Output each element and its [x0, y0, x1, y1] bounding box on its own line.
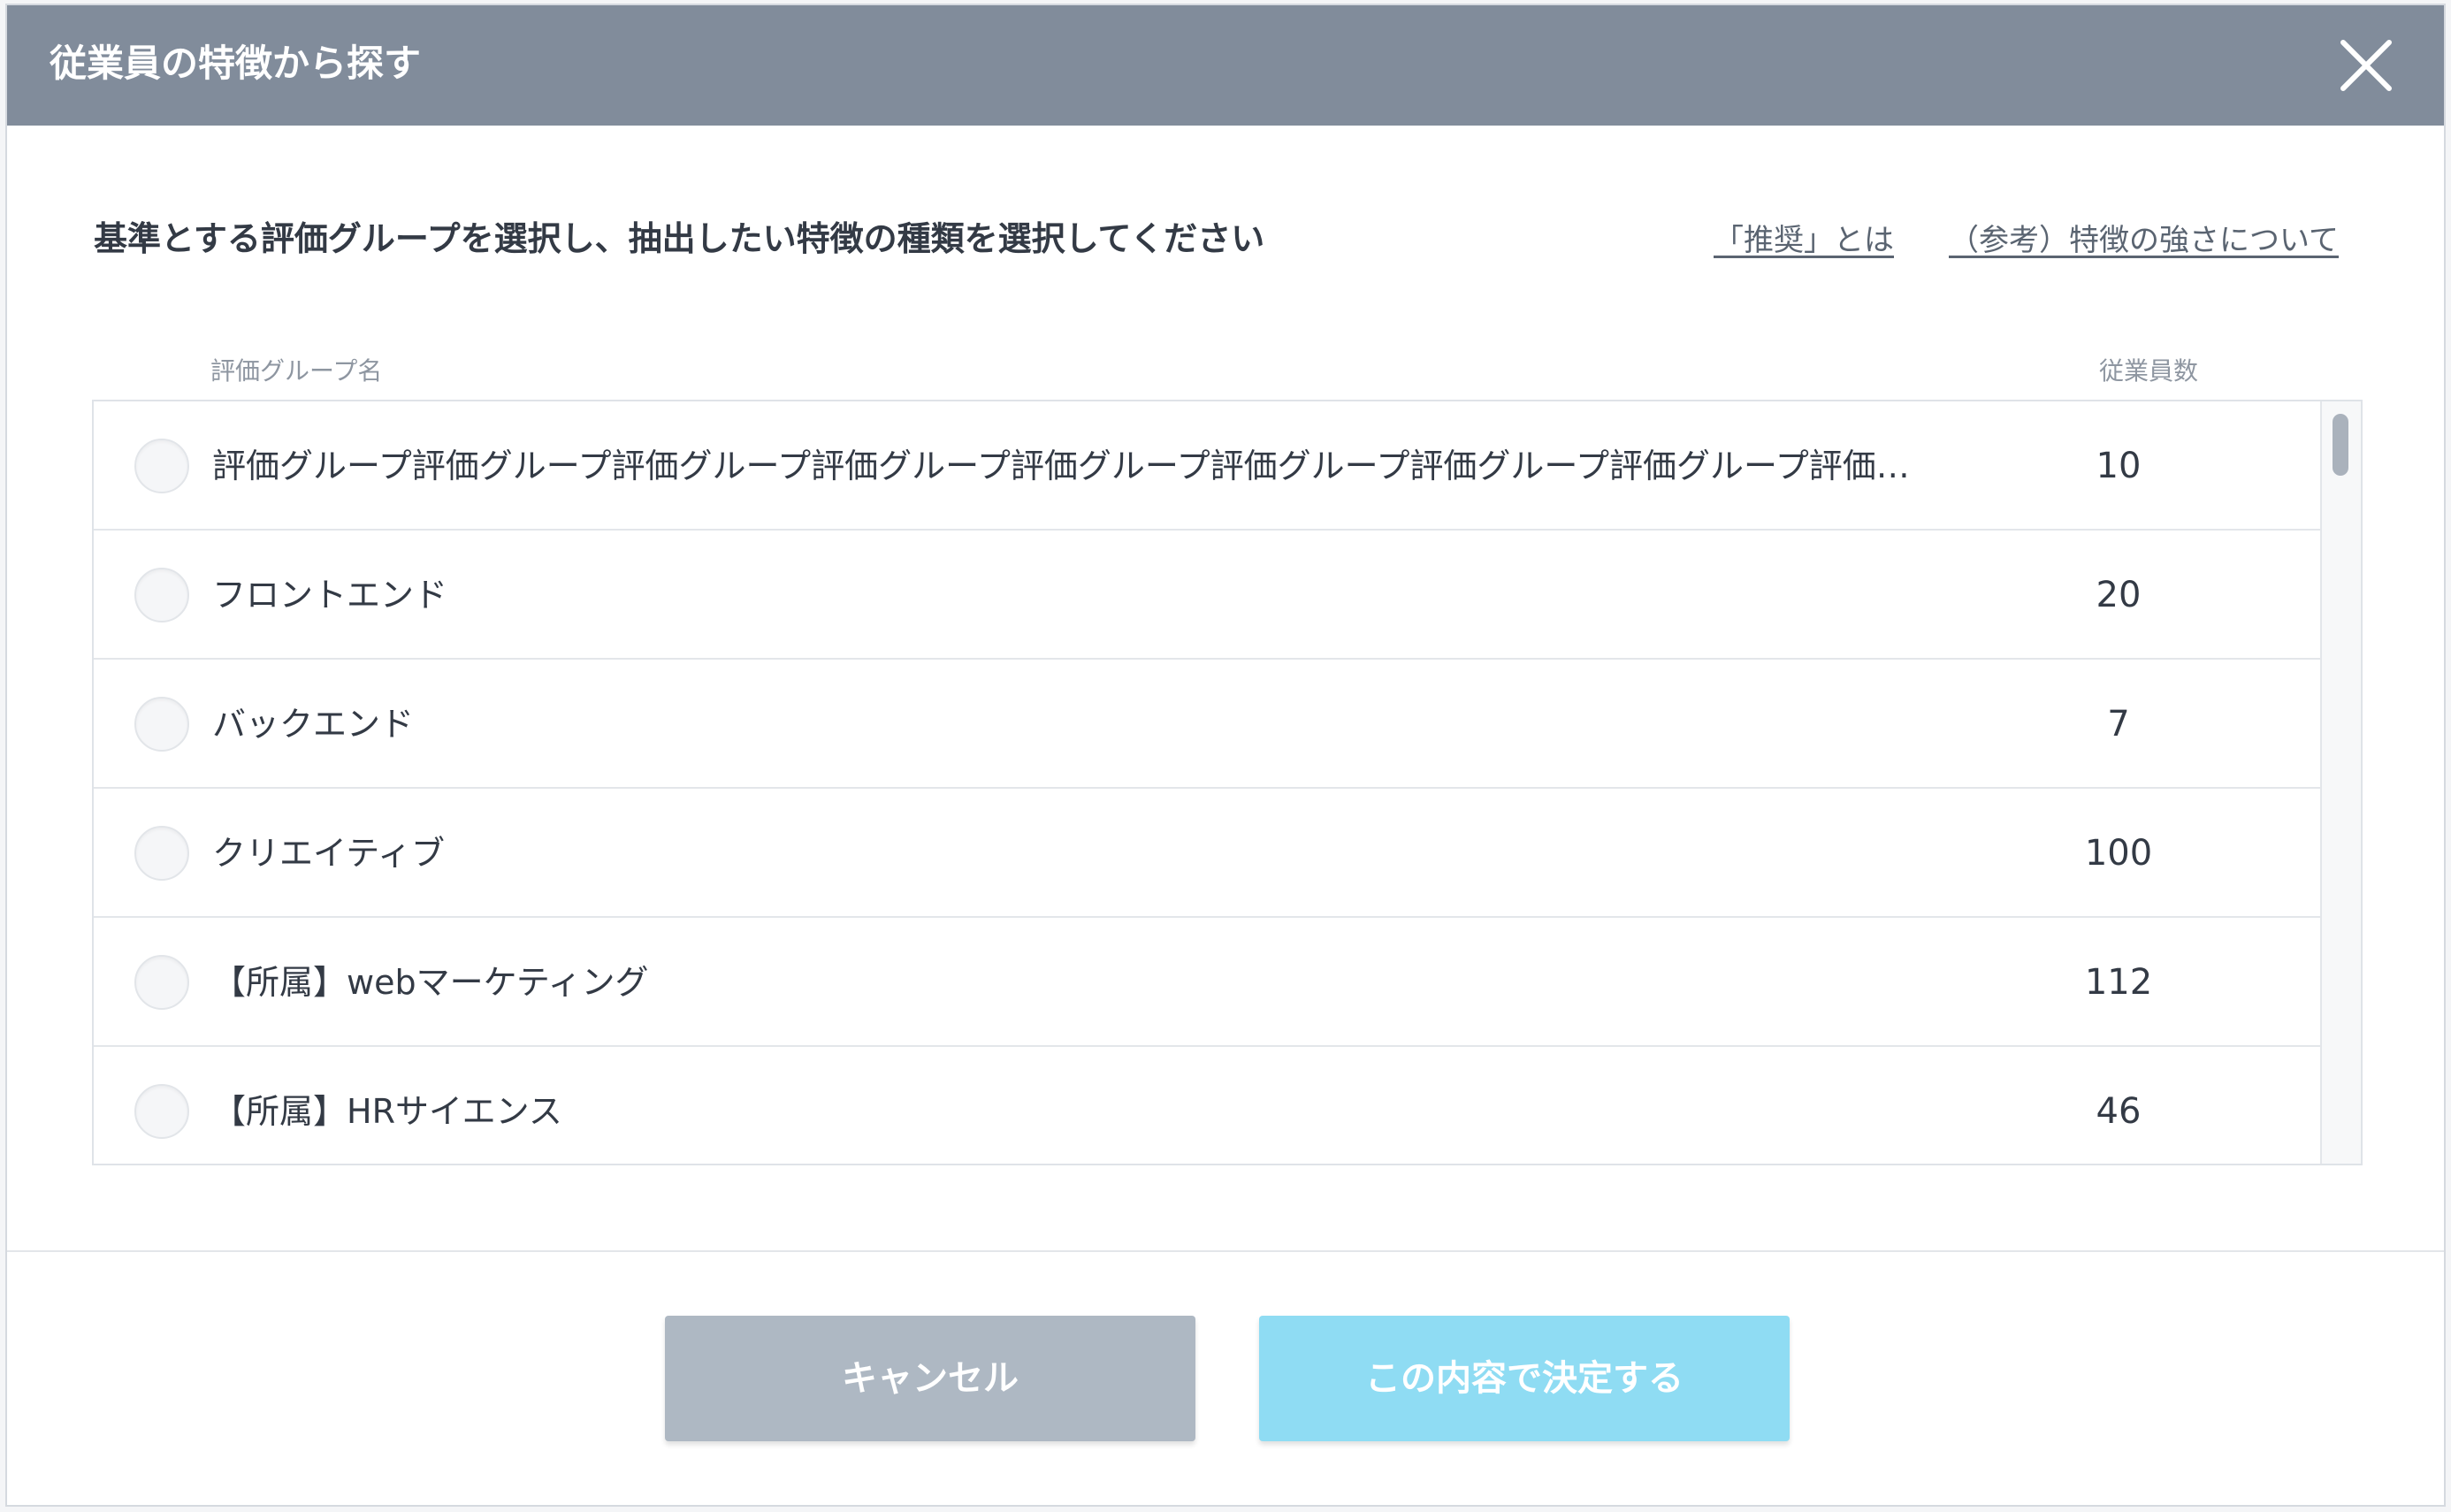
column-header-employee-count: 従業員数: [2099, 356, 2199, 386]
recommended-help-link[interactable]: 「推奨」とは: [1714, 218, 1894, 263]
employee-count: 7: [2107, 704, 2130, 745]
group-row[interactable]: 【所属】webマーケティング 112: [94, 918, 2320, 1047]
group-radio[interactable]: [134, 1084, 189, 1139]
confirm-button[interactable]: この内容で決定する: [1259, 1316, 1790, 1441]
employee-count: 10: [2096, 446, 2142, 486]
group-row[interactable]: バックエンド 7: [94, 660, 2320, 789]
group-radio[interactable]: [134, 697, 189, 752]
employee-count: 112: [2084, 962, 2153, 1003]
employee-count: 100: [2084, 833, 2153, 874]
dialog-header: 従業員の特徴から探す: [7, 5, 2444, 126]
employee-count: 46: [2096, 1091, 2142, 1132]
dialog-title: 従業員の特徴から探す: [50, 42, 422, 85]
group-row[interactable]: 評価グループ評価グループ評価グループ評価グループ評価グループ評価グループ評価グル…: [94, 401, 2320, 531]
group-radio[interactable]: [134, 439, 189, 493]
group-row[interactable]: フロントエンド 20: [94, 531, 2320, 660]
cancel-button[interactable]: キャンセル: [665, 1316, 1195, 1441]
group-name: クリエイティブ: [212, 834, 445, 873]
evaluation-group-list: 評価グループ評価グループ評価グループ評価グループ評価グループ評価グループ評価グル…: [92, 400, 2363, 1165]
group-radio[interactable]: [134, 826, 189, 881]
instruction-text: 基準とする評価グループを選択し、抽出したい特徴の種類を選択してください: [94, 219, 1265, 258]
group-radio[interactable]: [134, 955, 189, 1010]
group-name: 【所属】HRサイエンス: [212, 1092, 562, 1131]
close-button[interactable]: [2338, 37, 2394, 94]
group-name: 評価グループ評価グループ評価グループ評価グループ評価グループ評価グループ評価グル…: [212, 447, 1910, 485]
group-row[interactable]: 【所属】HRサイエンス 46: [94, 1047, 2320, 1164]
column-header-group-name: 評価グループ名: [210, 356, 383, 386]
group-name: 【所属】webマーケティング: [212, 963, 649, 1002]
feature-search-dialog: 従業員の特徴から探す 基準とする評価グループを選択し、抽出したい特徴の種類を選択…: [5, 4, 2446, 1507]
employee-count: 20: [2096, 575, 2142, 615]
list-scrollbar[interactable]: [2320, 401, 2361, 1164]
group-radio[interactable]: [134, 568, 189, 622]
group-name: バックエンド: [212, 705, 415, 744]
evaluation-group-list-items: 評価グループ評価グループ評価グループ評価グループ評価グループ評価グループ評価グル…: [94, 401, 2320, 1164]
strength-reference-link[interactable]: （参考）特徴の強さについて: [1949, 218, 2339, 263]
scrollbar-thumb[interactable]: [2333, 414, 2348, 476]
close-icon: [2340, 40, 2392, 91]
footer-divider: [7, 1250, 2444, 1252]
group-name: フロントエンド: [212, 576, 448, 615]
group-row[interactable]: クリエイティブ 100: [94, 789, 2320, 918]
